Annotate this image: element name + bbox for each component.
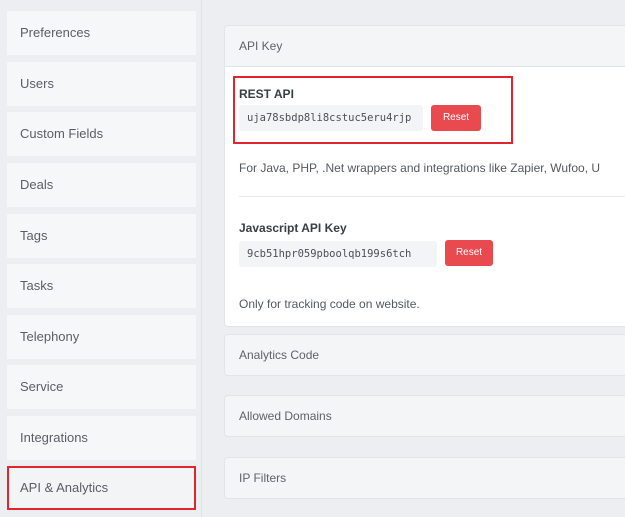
js-api-key-field[interactable]: 9cb51hpr059pboolqb199s6tch	[239, 241, 437, 267]
rest-api-description: For Java, PHP, .Net wrappers and integra…	[239, 161, 601, 175]
sidebar-item-api-analytics[interactable]: API & Analytics	[7, 466, 196, 510]
sidebar-item-integrations[interactable]: Integrations	[7, 416, 196, 460]
allowed-domains-panel-header[interactable]: Allowed Domains	[224, 395, 625, 437]
rest-api-reset-button[interactable]: Reset	[431, 105, 481, 131]
section-divider	[239, 196, 625, 197]
sidebar-item-preferences[interactable]: Preferences	[7, 11, 196, 55]
sidebar-item-tasks[interactable]: Tasks	[7, 264, 196, 308]
sidebar-item-telephony[interactable]: Telephony	[7, 315, 196, 359]
ip-filters-panel-header[interactable]: IP Filters	[224, 457, 625, 499]
sidebar-item-users[interactable]: Users	[7, 62, 196, 106]
sidebar-item-tags[interactable]: Tags	[7, 214, 196, 258]
analytics-code-panel-header[interactable]: Analytics Code	[224, 334, 625, 376]
api-key-panel-header[interactable]: API Key	[224, 25, 625, 67]
js-api-description: Only for tracking code on website.	[239, 297, 420, 311]
js-api-title: Javascript API Key	[239, 221, 347, 235]
js-api-reset-button[interactable]: Reset	[445, 240, 493, 266]
settings-sidebar: Preferences Users Custom Fields Deals Ta…	[0, 0, 202, 517]
sidebar-item-deals[interactable]: Deals	[7, 163, 196, 207]
sidebar-item-custom-fields[interactable]: Custom Fields	[7, 112, 196, 156]
sidebar-item-service[interactable]: Service	[7, 365, 196, 409]
rest-api-key-field[interactable]: uja78sbdp8li8cstuc5eru4rjp	[239, 105, 423, 131]
rest-api-title: REST API	[239, 87, 294, 101]
api-key-panel-body: REST API uja78sbdp8li8cstuc5eru4rjp Rese…	[224, 67, 625, 327]
main-content: API Key REST API uja78sbdp8li8cstuc5eru4…	[202, 0, 625, 517]
